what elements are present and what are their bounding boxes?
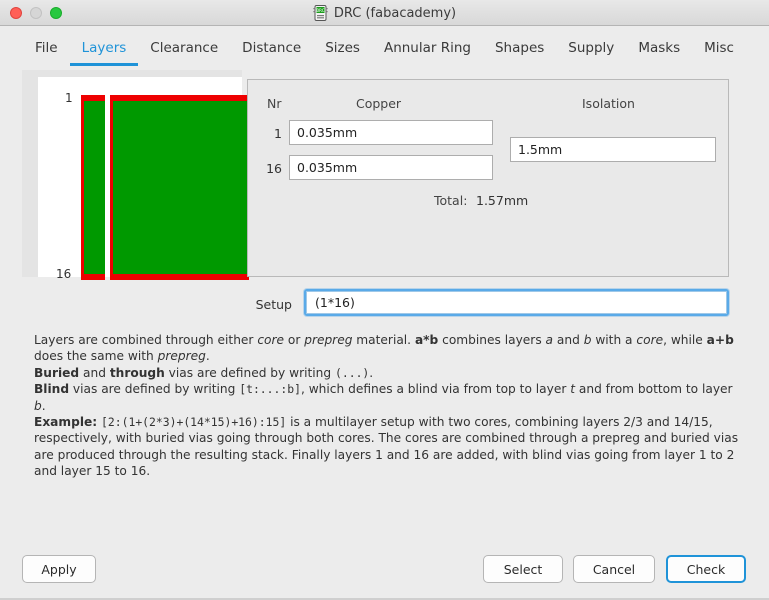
setup-input[interactable] — [306, 291, 727, 314]
layers-help-text: Layers are combined through either core … — [34, 332, 742, 480]
diagram-bottom-layer-label: 16 — [56, 267, 72, 281]
diagram-core-stack-bar — [110, 95, 249, 280]
row-number-1: 1 — [274, 126, 282, 141]
tab-sizes[interactable]: Sizes — [313, 37, 372, 66]
tab-file[interactable]: File — [23, 37, 70, 66]
tab-misc[interactable]: Misc — [692, 37, 746, 66]
column-header-copper: Copper — [356, 96, 402, 111]
window-title-group: DRC DRC (fabacademy) — [0, 0, 769, 26]
setup-label: Setup — [255, 297, 292, 312]
copper-thickness-input-layer-1[interactable] — [289, 120, 493, 145]
layer-stack-canvas: 1 16 — [38, 77, 249, 281]
window-titlebar: DRC DRC (fabacademy) — [0, 0, 769, 26]
window-title: DRC (fabacademy) — [333, 5, 457, 21]
tab-supply[interactable]: Supply — [556, 37, 626, 66]
stackup-table: Nr Copper Isolation 1 16 Total: 1.57mm — [247, 79, 729, 277]
tab-shapes[interactable]: Shapes — [483, 37, 556, 66]
setup-input-wrapper — [304, 289, 729, 316]
help-paragraph-4: Example: [2:(1+(2*3)+(14*15)+16):15] is … — [34, 415, 739, 479]
help-paragraph-3: Blind vias are defined by writing [t:...… — [34, 382, 733, 413]
isolation-thickness-input[interactable] — [510, 137, 716, 162]
tab-layers[interactable]: Layers — [69, 37, 139, 66]
diagram-edge-stack-bar — [81, 95, 105, 280]
total-label: Total: — [434, 193, 468, 208]
tab-annular-ring[interactable]: Annular Ring — [372, 37, 483, 66]
help-paragraph-2: Buried and through vias are defined by w… — [34, 365, 374, 380]
cancel-button[interactable]: Cancel — [573, 555, 655, 583]
help-paragraph-1: Layers are combined through either core … — [34, 333, 734, 364]
total-value: 1.57mm — [476, 193, 529, 208]
tab-bar: File Layers Clearance Distance Sizes Ann… — [0, 26, 769, 66]
diagram-top-layer-label: 1 — [65, 91, 73, 105]
check-button[interactable]: Check — [666, 555, 746, 583]
tab-clearance[interactable]: Clearance — [138, 37, 230, 66]
select-button[interactable]: Select — [483, 555, 563, 583]
column-header-nr: Nr — [267, 96, 282, 111]
copper-thickness-input-layer-16[interactable] — [289, 155, 493, 180]
layer-stack-diagram: 1 16 — [22, 70, 249, 281]
pcb-chip-icon: DRC — [313, 5, 328, 21]
layers-panel: 1 16 Nr Copper Isolation 1 16 Total: 1.5… — [22, 70, 746, 535]
svg-text:DRC: DRC — [316, 8, 324, 14]
dialog-footer: Apply Select Cancel Check — [0, 535, 769, 600]
column-header-isolation: Isolation — [582, 96, 635, 111]
tab-distance[interactable]: Distance — [230, 37, 313, 66]
row-number-16: 16 — [266, 161, 282, 176]
tab-masks[interactable]: Masks — [626, 37, 692, 66]
apply-button[interactable]: Apply — [22, 555, 96, 583]
